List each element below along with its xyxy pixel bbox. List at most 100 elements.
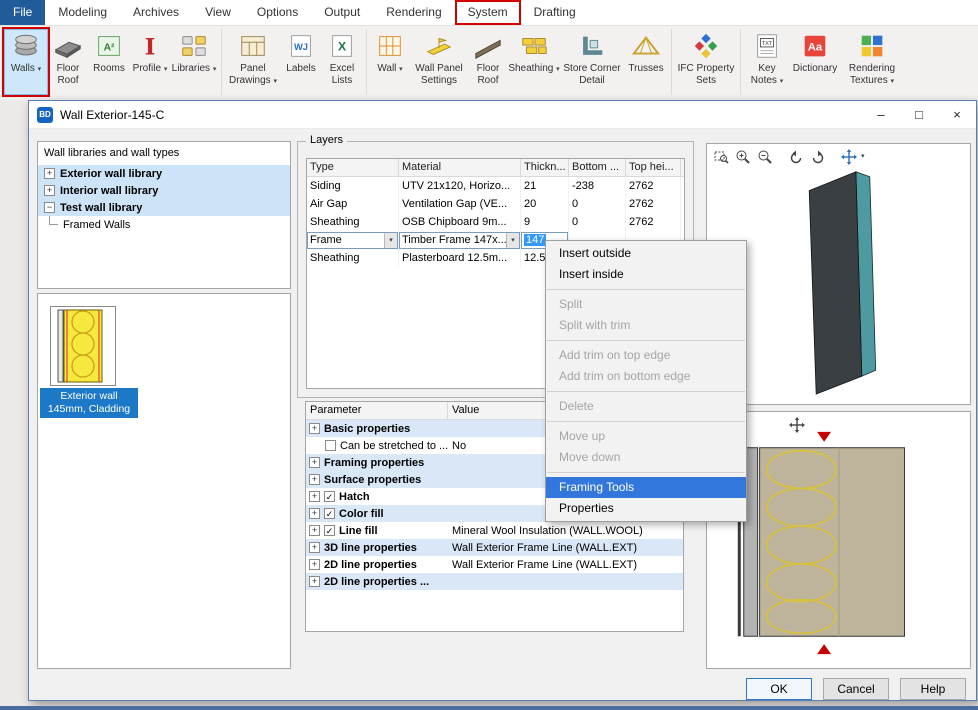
layer-row-air-gap[interactable]: Air Gap Ventilation Gap (VE... 20 0 2762 (307, 195, 684, 213)
wall-type-thumbnail[interactable] (50, 306, 116, 386)
wall-type-name-badge[interactable]: Exterior wall 145mm, Cladding (40, 388, 138, 418)
menu-item-framing-tools[interactable]: Framing Tools (546, 477, 746, 498)
ribbon-libraries-button[interactable]: Libraries ▾ (170, 29, 218, 95)
ribbon-store-corner-detail-button[interactable]: Store Corner Detail (560, 29, 624, 95)
rotate-right-icon[interactable] (808, 147, 827, 166)
ribbon-panel-drawings-button[interactable]: Panel Drawings ▾ (225, 29, 281, 95)
parameter-row-2d-line-properties[interactable]: + 2D line properties Wall Exterior Frame… (306, 556, 683, 573)
menu-tab-rendering[interactable]: Rendering (373, 0, 454, 25)
ribbon-profile-button[interactable]: I Profile ▾ (130, 29, 170, 95)
expand-icon[interactable]: + (44, 168, 55, 179)
ribbon-labels-button[interactable]: WJ Labels (281, 29, 321, 95)
menu-tab-archives[interactable]: Archives (120, 0, 192, 25)
menu-tab-file[interactable]: File (0, 0, 45, 25)
layer-type-combobox[interactable]: Frame ▾ (307, 232, 398, 249)
checkbox-checked[interactable]: ✓ (324, 508, 335, 519)
expand-icon[interactable]: + (309, 542, 320, 553)
parameter-row-2d-line-properties-2[interactable]: + 2D line properties ... (306, 573, 683, 590)
ribbon-floor-roof-button[interactable]: Floor Roof (48, 29, 88, 95)
floor-roof-wedge-icon (473, 31, 503, 61)
ribbon-button-label: Libraries ▾ (172, 63, 217, 75)
menu-item-delete: Delete (546, 396, 746, 417)
rotate-left-icon[interactable] (786, 147, 805, 166)
ok-button[interactable]: OK (746, 678, 812, 700)
menu-tab-system[interactable]: System (455, 0, 521, 25)
menu-separator (547, 421, 745, 422)
ribbon-wall-panel-settings-button[interactable]: Wall Panel Settings (410, 29, 468, 95)
ribbon-rooms-button[interactable]: A² Rooms (88, 29, 130, 95)
parameter-row-3d-line-properties[interactable]: + 3D line properties Wall Exterior Frame… (306, 539, 683, 556)
layer-row-sheathing-osb[interactable]: Sheathing OSB Chipboard 9m... 9 0 2762 (307, 213, 684, 231)
maximize-button[interactable]: □ (900, 101, 938, 128)
expand-icon[interactable]: + (309, 474, 320, 485)
ribbon-excel-lists-button[interactable]: X Excel Lists (321, 29, 363, 95)
expand-icon[interactable]: + (309, 576, 320, 587)
dictionary-icon: Aa (800, 31, 830, 61)
menu-tab-drafting[interactable]: Drafting (521, 0, 589, 25)
expand-icon[interactable]: + (309, 423, 320, 434)
expand-icon[interactable]: + (309, 491, 320, 502)
menu-item-properties[interactable]: Properties (546, 498, 746, 519)
ribbon-wall-button[interactable]: Wall ▾ (370, 29, 410, 95)
pan-dropdown-caret-icon[interactable]: ▾ (861, 153, 865, 160)
column-header-parameter: Parameter (306, 402, 448, 419)
checkbox-checked[interactable]: ✓ (324, 491, 335, 502)
help-button[interactable]: Help (900, 678, 966, 700)
checkbox-checked[interactable]: ✓ (324, 525, 335, 536)
ribbon-walls-button[interactable]: Walls ▾ (4, 29, 48, 95)
checkbox-unchecked[interactable] (325, 440, 336, 451)
tree-item-test-wall-library[interactable]: − Test wall library (38, 199, 290, 216)
layer-material-combobox[interactable]: Timber Frame 147x... ▾ (399, 232, 520, 249)
menu-item-insert-inside[interactable]: Insert inside (546, 264, 746, 285)
combo-dropdown-button[interactable]: ▾ (384, 233, 397, 248)
tree-item-label: Test wall library (60, 202, 142, 214)
cell-top: 2762 (626, 195, 681, 213)
expand-icon[interactable]: + (309, 525, 320, 536)
ribbon-floor-roof-2-button[interactable]: Floor Roof (468, 29, 508, 95)
ribbon-ifc-property-sets-button[interactable]: IFC Property Sets (675, 29, 737, 95)
zoom-window-icon[interactable] (711, 147, 730, 166)
walls-icon (11, 31, 41, 61)
menu-tab-output[interactable]: Output (311, 0, 373, 25)
dialog-title-bar[interactable]: BD Wall Exterior-145-C – □ × (29, 101, 976, 129)
cancel-button[interactable]: Cancel (823, 678, 889, 700)
ribbon-sheathing-button[interactable]: Sheathing ▾ (508, 29, 560, 95)
key-notes-icon: TXT (752, 31, 782, 61)
ribbon-button-label: Floor Roof (48, 63, 88, 86)
menu-item-insert-outside[interactable]: Insert outside (546, 243, 746, 264)
ribbon-dictionary-button[interactable]: Aa Dictionary (790, 29, 840, 95)
ribbon-key-notes-button[interactable]: TXT Key Notes ▾ (744, 29, 790, 95)
zoom-out-icon[interactable] (755, 147, 774, 166)
ribbon-button-label: Profile ▾ (133, 63, 168, 75)
expand-icon[interactable]: + (309, 457, 320, 468)
move-icon[interactable] (787, 415, 806, 434)
window-bottom-border (0, 706, 978, 710)
tree-item-interior-wall-library[interactable]: + Interior wall library (38, 182, 290, 199)
menu-item-split-with-trim: Split with trim (546, 315, 746, 336)
layer-row-siding[interactable]: Siding UTV 21x120, Horizo... 21 -238 276… (307, 177, 684, 195)
zoom-in-icon[interactable] (733, 147, 752, 166)
close-button[interactable]: × (938, 101, 976, 128)
expand-icon[interactable]: + (309, 508, 320, 519)
parameter-row-line-fill[interactable]: + ✓ Line fill Mineral Wool Insulation (W… (306, 522, 683, 539)
menu-tab-options[interactable]: Options (244, 0, 311, 25)
cell-type: Siding (307, 177, 399, 195)
labels-icon: WJ (286, 31, 316, 61)
ribbon-separator (221, 29, 222, 95)
pan-icon[interactable] (839, 147, 858, 166)
combo-dropdown-button[interactable]: ▾ (506, 233, 519, 248)
expand-icon[interactable]: + (309, 559, 320, 570)
cell-type: Air Gap (307, 195, 399, 213)
tree-item-framed-walls[interactable]: Framed Walls (38, 216, 290, 233)
minimize-button[interactable]: – (862, 101, 900, 128)
expand-icon[interactable]: + (44, 185, 55, 196)
menu-separator (547, 340, 745, 341)
svg-text:TXT: TXT (762, 41, 773, 47)
collapse-icon[interactable]: − (44, 202, 55, 213)
ribbon-rendering-textures-button[interactable]: Rendering Textures ▾ (840, 29, 904, 95)
ribbon-trusses-button[interactable]: Trusses (624, 29, 668, 95)
menu-tab-modeling[interactable]: Modeling (45, 0, 120, 25)
menu-tab-view[interactable]: View (192, 0, 244, 25)
tree-item-exterior-wall-library[interactable]: + Exterior wall library (38, 165, 290, 182)
ribbon-button-label: IFC Property Sets (675, 63, 737, 86)
